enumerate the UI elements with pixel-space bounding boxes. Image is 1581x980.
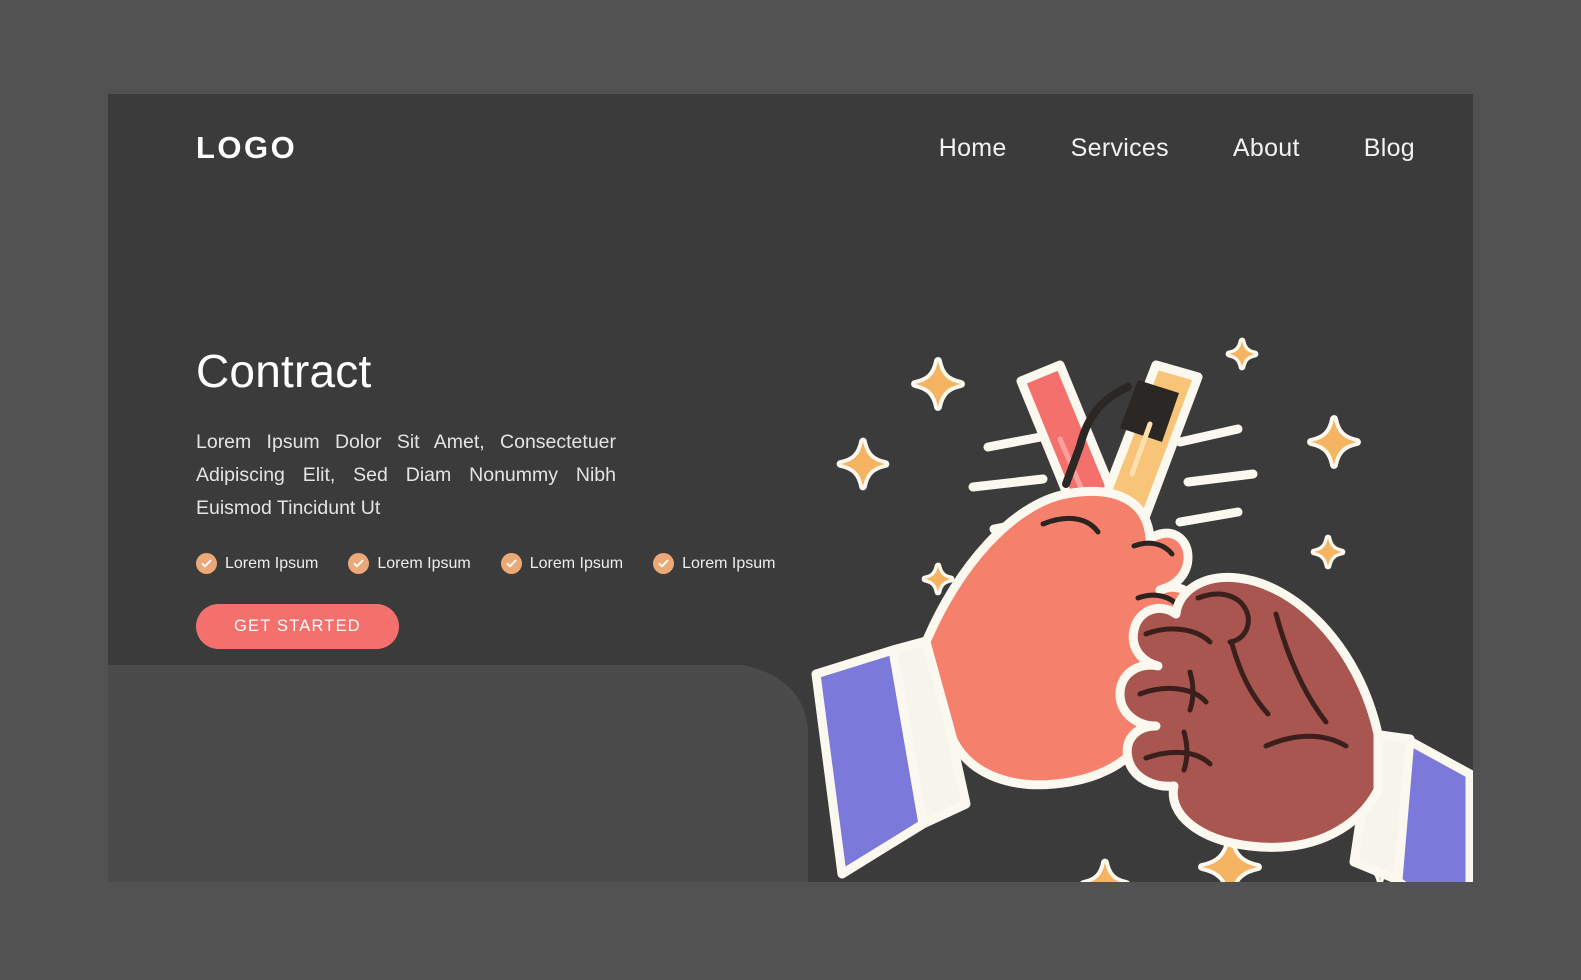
check-circle-icon xyxy=(500,553,522,574)
hero-section: Contract Lorem Ipsum Dolor Sit Amet, Con… xyxy=(196,344,776,649)
feature-label: Lorem Ipsum xyxy=(377,554,471,572)
nav-item-blog[interactable]: Blog xyxy=(1364,134,1415,163)
hero-paragraph: Lorem Ipsum Dolor Sit Amet, Consectetuer… xyxy=(196,431,616,519)
nav-item-home[interactable]: Home xyxy=(939,134,1007,163)
feature-item-1: Lorem Ipsum xyxy=(196,553,318,574)
sparkle-left-small-icon xyxy=(925,566,951,592)
check-circle-icon xyxy=(653,553,675,574)
feature-label: Lorem Ipsum xyxy=(225,554,319,572)
check-circle-icon xyxy=(196,553,217,574)
feature-label: Lorem Ipsum xyxy=(529,554,624,572)
get-started-button[interactable]: GET STARTED xyxy=(196,604,399,649)
sparkle-top-right-small-icon xyxy=(1229,341,1255,367)
page-root: LOGO Home Services About Blog Contract L… xyxy=(0,0,1581,980)
feature-item-4: Lorem Ipsum xyxy=(653,553,776,574)
page-title: Contract xyxy=(196,345,372,397)
nav-item-about[interactable]: About xyxy=(1233,134,1300,163)
feature-item-2: Lorem Ipsum xyxy=(348,553,471,574)
hero-illustration xyxy=(798,174,1473,882)
feature-label: Lorem Ipsum xyxy=(682,554,776,572)
landing-page-card: LOGO Home Services About Blog Contract L… xyxy=(108,94,1473,882)
main-navigation: Home Services About Blog xyxy=(939,134,1415,163)
impact-lines-right-icon xyxy=(1175,424,1258,527)
feature-list: Lorem Ipsum Lorem Ipsum Lorem Ipsum Lore… xyxy=(196,553,776,574)
sparkle-right-icon xyxy=(1311,419,1357,465)
site-header: LOGO Home Services About Blog xyxy=(108,94,1473,214)
sparkle-bottom-left-icon xyxy=(1084,863,1127,882)
sparkle-top-left-icon xyxy=(915,361,961,407)
sparkle-right-lower-icon xyxy=(1314,538,1342,566)
sparkle-left-icon xyxy=(841,442,886,487)
right-hand-dark xyxy=(1115,572,1473,882)
feature-item-3: Lorem Ipsum xyxy=(500,553,624,574)
nav-item-services[interactable]: Services xyxy=(1071,134,1169,163)
check-circle-icon xyxy=(348,553,370,574)
logo[interactable]: LOGO xyxy=(196,130,297,166)
